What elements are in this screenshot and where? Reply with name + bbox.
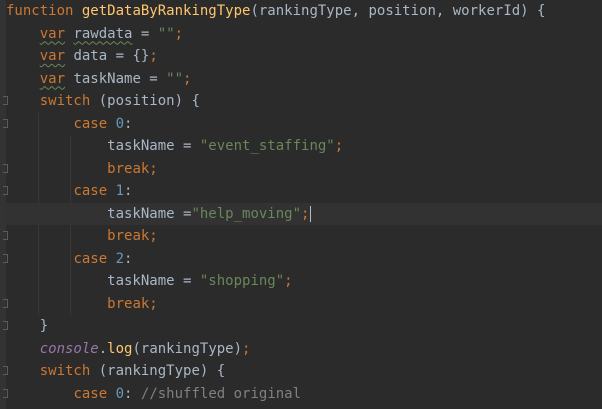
- code-line[interactable]: break;: [3, 225, 602, 248]
- code-line[interactable]: console.log(rankingType);: [6, 338, 602, 361]
- code-token: rawdata: [73, 25, 133, 42]
- code-line[interactable]: case 1:: [3, 180, 602, 203]
- code-token: (rankingType): [132, 340, 243, 357]
- code-line[interactable]: case 0: //shuffled original: [3, 383, 602, 406]
- code-token: break;: [107, 228, 158, 244]
- code-token: switch: [39, 363, 91, 379]
- code-token: ;: [242, 340, 251, 357]
- code-token: "shopping": [199, 273, 285, 289]
- fold-marker-icon[interactable]: [3, 253, 8, 263]
- code-token: var: [39, 48, 66, 64]
- fold-marker-icon[interactable]: [3, 96, 8, 105]
- code-line[interactable]: break;: [3, 158, 602, 181]
- code-token: :: [124, 250, 133, 267]
- code-line[interactable]: var taskName = "";: [6, 68, 602, 91]
- fold-marker-icon[interactable]: [3, 321, 8, 330]
- code-line[interactable]: taskName = "event_staffing";: [6, 135, 602, 158]
- code-token: taskName =: [6, 273, 200, 289]
- code-line[interactable]: function getDataByRankingType(rankingTyp…: [6, 0, 602, 23]
- fold-marker-icon[interactable]: [3, 298, 8, 308]
- code-token: case: [73, 183, 108, 199]
- code-token: "event_staffing": [199, 138, 335, 154]
- code-token: }: [6, 318, 49, 334]
- code-token: break;: [107, 160, 158, 177]
- code-token: ;: [183, 70, 192, 87]
- code-token: function: [6, 3, 74, 19]
- code-token: case: [73, 115, 108, 132]
- code-line[interactable]: switch (position) {: [3, 90, 602, 113]
- code-token: "": [166, 70, 184, 87]
- fold-marker-icon[interactable]: [3, 366, 8, 375]
- code-token: (position) {: [90, 93, 200, 109]
- code-token: var: [39, 70, 66, 87]
- code-token: //shuffled original: [140, 385, 302, 402]
- code-line[interactable]: case 2:: [3, 248, 602, 271]
- code-line[interactable]: taskName ="help_moving";: [6, 202, 602, 225]
- code-token: 2: [115, 250, 125, 267]
- code-token: (rankingType, position, workerId) {: [250, 3, 546, 19]
- code-token: switch: [39, 93, 91, 109]
- code-token: console: [39, 340, 99, 357]
- fold-marker-icon[interactable]: [3, 231, 8, 240]
- code-token: "help_moving": [191, 205, 302, 222]
- code-token: ;: [174, 25, 184, 42]
- code-token: ;: [301, 205, 310, 222]
- code-token: ;: [284, 273, 293, 289]
- code-token: case: [73, 385, 108, 402]
- code-line[interactable]: var data = {};: [6, 45, 602, 68]
- fold-marker-icon[interactable]: [3, 118, 8, 128]
- code-line[interactable]: switch (rankingType) {: [3, 360, 602, 383]
- code-token: ;: [334, 138, 344, 154]
- code-line[interactable]: taskName = "shopping";: [6, 270, 602, 293]
- code-token: taskName =: [6, 138, 200, 154]
- code-token: 0: [115, 115, 125, 132]
- code-token: getDataByRankingType: [81, 3, 251, 19]
- code-token: var: [39, 25, 66, 42]
- code-token: (rankingType) {: [90, 363, 226, 379]
- code-line[interactable]: }: [3, 315, 602, 338]
- code-token: 0: [115, 385, 125, 402]
- code-token: break;: [107, 295, 158, 312]
- code-token: :: [124, 385, 141, 402]
- code-token: ;: [149, 48, 158, 64]
- fold-marker-icon[interactable]: [3, 186, 8, 195]
- code-token: .: [98, 340, 108, 357]
- fold-marker-icon[interactable]: [3, 163, 8, 173]
- fold-marker-icon[interactable]: [3, 388, 8, 398]
- code-editor[interactable]: function getDataByRankingType(rankingTyp…: [0, 0, 602, 409]
- code-line[interactable]: case 0:: [3, 113, 602, 136]
- code-token: "": [157, 25, 175, 42]
- code-token: taskName =: [6, 205, 192, 222]
- code-line[interactable]: break;: [3, 293, 602, 316]
- code-token: case: [73, 250, 108, 267]
- text-caret: [310, 205, 312, 222]
- code-token: :: [124, 115, 133, 132]
- code-line[interactable]: var rawdata = "";: [6, 23, 602, 46]
- code-token: :: [124, 183, 133, 199]
- code-token: data = {}: [65, 48, 150, 64]
- code-token: log: [107, 340, 133, 357]
- code-token: taskName =: [65, 70, 167, 87]
- code-token: =: [132, 25, 158, 42]
- code-token: 1: [115, 183, 125, 199]
